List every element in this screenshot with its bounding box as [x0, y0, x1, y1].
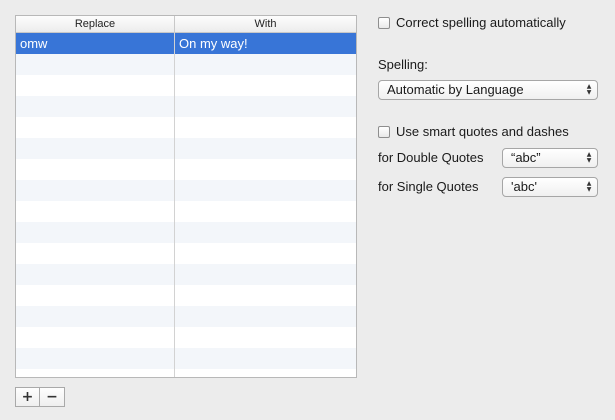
empty-table-row — [16, 117, 356, 138]
empty-table-row — [16, 180, 356, 201]
empty-table-row — [16, 138, 356, 159]
double-quotes-value: “abc” — [511, 150, 541, 165]
up-down-arrows-icon: ▲ ▼ — [586, 83, 592, 96]
single-quotes-value: 'abc' — [511, 179, 537, 194]
single-quotes-popup[interactable]: 'abc' ▲ ▼ — [502, 177, 598, 197]
remove-button[interactable]: − — [40, 387, 65, 407]
spelling-popup[interactable]: Automatic by Language ▲ ▼ — [378, 80, 598, 100]
add-remove-buttons: + − — [15, 387, 65, 407]
empty-table-row — [16, 369, 356, 377]
spelling-label: Spelling: — [378, 57, 428, 72]
empty-table-row — [16, 159, 356, 180]
replace-cell[interactable]: omw — [16, 33, 175, 54]
smart-quotes-option[interactable]: Use smart quotes and dashes — [378, 124, 569, 139]
table-body: omw On my way! — [16, 33, 356, 377]
column-divider — [174, 33, 175, 377]
smart-quotes-checkbox[interactable] — [378, 125, 390, 138]
empty-table-row — [16, 222, 356, 243]
table-row[interactable]: omw On my way! — [16, 33, 356, 54]
column-header-replace[interactable]: Replace — [16, 16, 175, 32]
up-down-arrows-icon: ▲ ▼ — [586, 180, 592, 193]
double-quotes-label: for Double Quotes — [378, 150, 484, 165]
single-quotes-label: for Single Quotes — [378, 179, 479, 194]
empty-table-row — [16, 96, 356, 117]
empty-table-row — [16, 306, 356, 327]
empty-table-row — [16, 285, 356, 306]
column-header-with[interactable]: With — [175, 16, 356, 32]
table-header: Replace With — [16, 16, 356, 33]
up-down-arrows-icon: ▲ ▼ — [586, 151, 592, 164]
with-cell[interactable]: On my way! — [175, 33, 356, 54]
empty-table-row — [16, 243, 356, 264]
empty-table-row — [16, 75, 356, 96]
double-quotes-popup[interactable]: “abc” ▲ ▼ — [502, 148, 598, 168]
spelling-popup-value: Automatic by Language — [387, 82, 524, 97]
correct-spelling-option[interactable]: Correct spelling automatically — [378, 15, 566, 30]
empty-table-row — [16, 327, 356, 348]
replacements-table[interactable]: Replace With omw On my way! — [15, 15, 357, 378]
smart-quotes-label: Use smart quotes and dashes — [396, 124, 569, 139]
correct-spelling-checkbox[interactable] — [378, 16, 390, 29]
correct-spelling-label: Correct spelling automatically — [396, 15, 566, 30]
empty-table-row — [16, 348, 356, 369]
add-button[interactable]: + — [15, 387, 40, 407]
empty-table-row — [16, 201, 356, 222]
empty-table-row — [16, 264, 356, 285]
empty-table-row — [16, 54, 356, 75]
